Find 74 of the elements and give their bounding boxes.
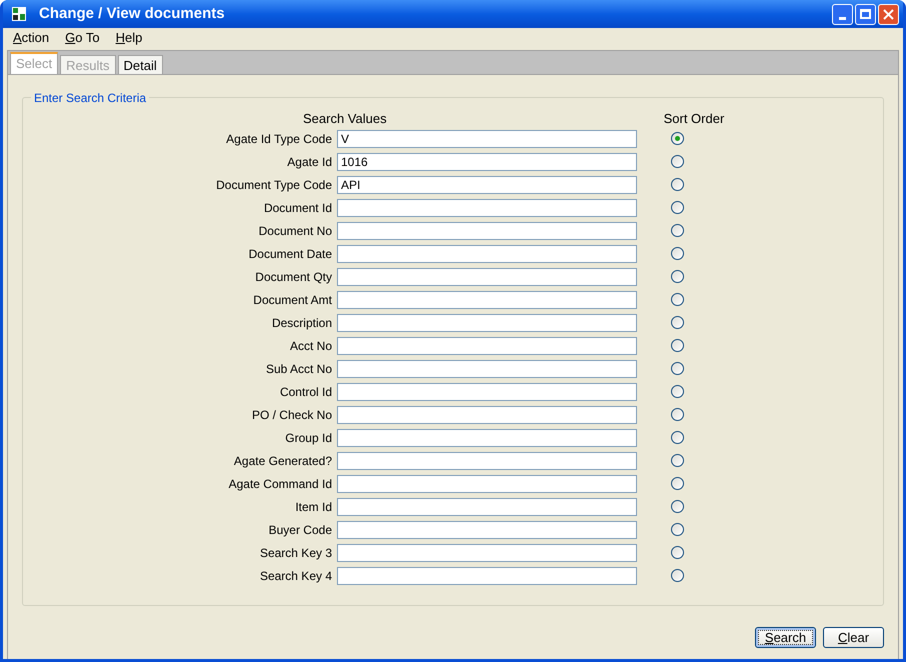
app-icon [11,6,27,22]
field-label: Group Id [284,430,333,446]
field-label: Document Type Code [215,176,333,194]
field-label: PO / Check No [250,406,333,424]
field-label: Search Key 4 [258,568,333,584]
menu-item[interactable]: Help [116,28,142,48]
menu-item[interactable]: Action [13,28,50,48]
input-field[interactable] [337,360,637,378]
action-button[interactable]: Search [755,627,816,648]
input-field[interactable] [337,244,637,262]
field-label: Document Id [262,200,333,216]
input-field[interactable] [337,268,637,286]
field-label: Agate Id [286,154,333,170]
input-field[interactable] [337,520,637,538]
field-label: Document No [258,222,333,240]
field-label: Item Id [294,498,333,516]
sort-radio[interactable] [671,247,684,260]
input-field[interactable] [337,336,637,354]
window-title: Change / View documents [39,4,225,24]
sort-radio[interactable] [671,385,684,398]
sort-radio[interactable] [671,293,684,306]
input-field[interactable] [337,498,637,516]
sort-radio[interactable] [671,477,684,490]
sort-radio[interactable] [671,155,684,168]
maximize-button[interactable] [855,4,876,24]
input-field[interactable] [337,198,637,216]
sort-radio[interactable] [671,569,684,582]
sort-radio[interactable] [671,224,684,237]
tab[interactable]: Detail [118,55,163,74]
sort-radio[interactable] [671,270,684,283]
menu-item[interactable]: Go To [65,28,100,48]
field-label: Sub Acct No [264,360,333,378]
sort-radio[interactable] [671,362,684,375]
input-field[interactable] [337,406,637,424]
sort-radio[interactable] [671,546,684,559]
sort-radio[interactable] [671,316,684,329]
input-field[interactable] [337,452,637,470]
field-label: Search Key 3 [258,544,333,562]
close-button[interactable] [878,4,899,24]
column-heading: Search Values [303,110,387,128]
field-label: Document Date [248,246,333,262]
input-field[interactable] [337,566,637,584]
field-label: Buyer Code [268,522,333,538]
close-icon [883,8,894,20]
input-field[interactable] [337,382,637,400]
input-field[interactable] [337,428,637,446]
sort-radio[interactable] [671,431,684,444]
sort-radio[interactable] [671,408,684,421]
field-label: Acct No [288,338,333,354]
field-label: Control Id [278,384,333,400]
input-field[interactable] [337,474,637,492]
action-button[interactable]: Clear [823,627,884,648]
sort-radio[interactable] [671,500,684,513]
input-field[interactable]: V [337,130,637,148]
minimize-button[interactable] [832,4,853,24]
column-heading: Sort Order [664,110,724,128]
input-field[interactable]: API [337,176,637,194]
field-label: Document Qty [254,268,333,286]
field-label: Document Amt [252,292,333,308]
field-label: Agate Id Type Code [225,130,333,148]
field-label: Agate Command Id [228,476,333,492]
field-label: Description [270,314,333,332]
sort-radio[interactable] [671,523,684,536]
sort-radio[interactable] [671,132,684,145]
sort-radio[interactable] [671,454,684,467]
sort-radio[interactable] [671,339,684,352]
input-field[interactable]: 1016 [337,152,637,170]
input-field[interactable] [337,314,637,332]
input-field[interactable] [337,222,637,240]
input-field[interactable] [337,290,637,308]
sort-radio[interactable] [671,178,684,191]
field-label: Agate Generated? [232,452,333,470]
sort-radio[interactable] [671,201,684,214]
input-field[interactable] [337,544,637,562]
